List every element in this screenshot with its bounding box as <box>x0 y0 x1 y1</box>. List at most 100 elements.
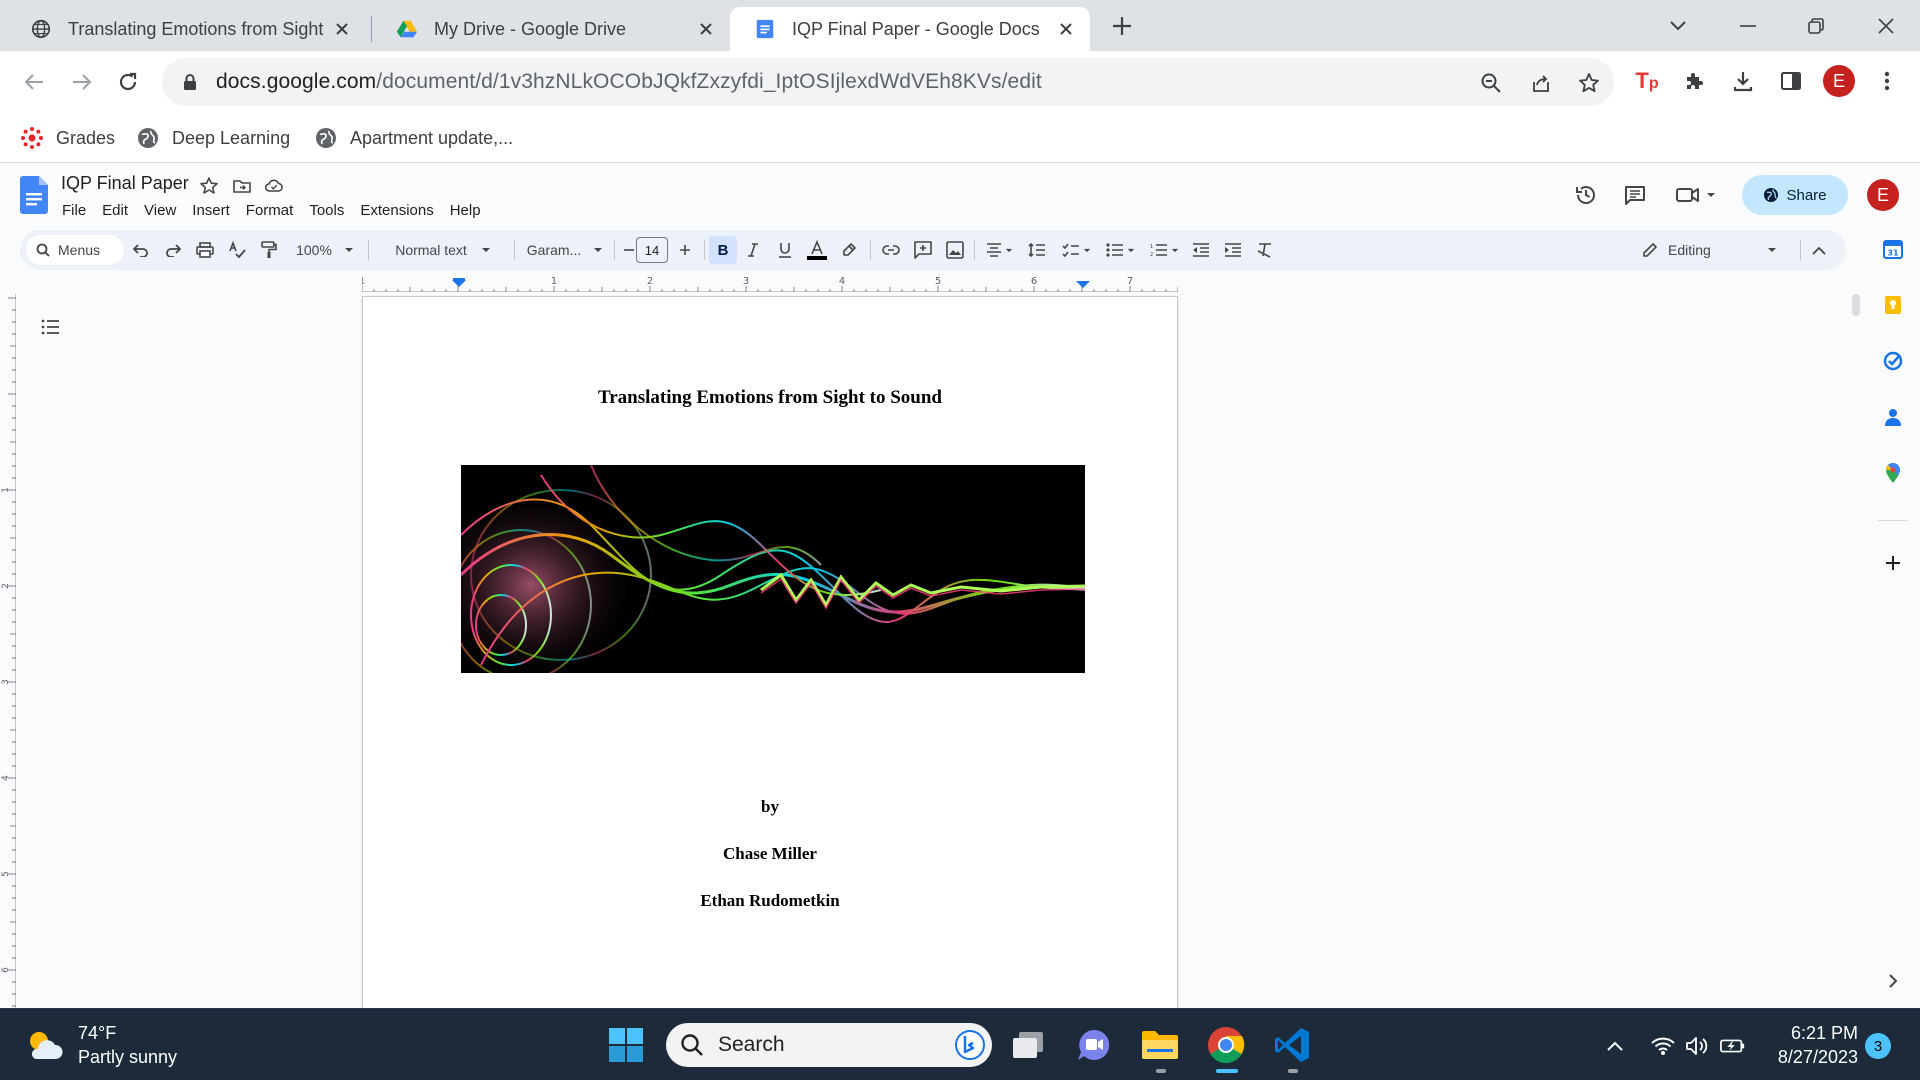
menu-format[interactable]: Format <box>238 200 302 221</box>
bing-icon[interactable] <box>954 1029 986 1061</box>
font-size-input[interactable]: 14 <box>636 237 668 263</box>
menu-tools[interactable]: Tools <box>301 200 352 221</box>
numbered-list-button[interactable]: 12 <box>1146 238 1182 262</box>
zoom-select[interactable]: 100% <box>292 238 358 262</box>
undo-button[interactable] <box>128 238 154 262</box>
document-scrollbar-thumb[interactable] <box>1852 294 1860 316</box>
first-line-indent-marker[interactable] <box>453 278 465 281</box>
menu-file[interactable]: File <box>54 200 94 221</box>
highlight-color-button[interactable] <box>836 238 862 262</box>
tasks-icon[interactable] <box>1880 348 1906 374</box>
taskbar-search-box[interactable]: Search <box>666 1023 992 1067</box>
line-spacing-button[interactable] <box>1024 238 1050 262</box>
keep-icon[interactable] <box>1880 292 1906 318</box>
start-button[interactable] <box>602 1021 650 1069</box>
zoom-icon[interactable] <box>1478 70 1504 96</box>
extensions-puzzle-icon[interactable] <box>1678 64 1712 98</box>
align-button[interactable] <box>982 238 1016 262</box>
menu-insert[interactable]: Insert <box>184 200 238 221</box>
reload-button[interactable] <box>110 64 146 100</box>
checklist-button[interactable] <box>1058 238 1094 262</box>
star-icon[interactable] <box>199 176 219 196</box>
close-tab-icon[interactable] <box>332 19 352 39</box>
chrome-taskbar-button[interactable] <box>1202 1021 1250 1069</box>
teams-chat-button[interactable] <box>1070 1021 1118 1069</box>
calendar-icon[interactable]: 31 <box>1880 236 1906 262</box>
share-button[interactable]: Share <box>1742 175 1848 215</box>
paragraph-style-select[interactable]: Normal text <box>378 238 508 262</box>
show-side-panel-button[interactable] <box>1880 968 1906 994</box>
redo-button[interactable] <box>160 238 186 262</box>
lock-icon[interactable] <box>180 72 200 92</box>
tab-my-drive[interactable]: My Drive - Google Drive <box>372 7 730 51</box>
menu-view[interactable]: View <box>136 200 184 221</box>
close-window-button[interactable] <box>1868 8 1904 44</box>
insert-image-button[interactable] <box>942 238 968 262</box>
cloud-saved-icon[interactable] <box>264 176 284 196</box>
volume-icon[interactable] <box>1684 1033 1710 1059</box>
bookmark-star-icon[interactable] <box>1576 70 1602 96</box>
print-button[interactable] <box>192 238 218 262</box>
new-tab-button[interactable] <box>1104 8 1140 44</box>
restore-button[interactable] <box>1798 8 1834 44</box>
maps-icon[interactable] <box>1880 460 1906 486</box>
bookmark-apartment-update[interactable]: Apartment update,... <box>314 123 513 153</box>
hide-menus-button[interactable] <box>1806 238 1832 262</box>
editing-mode-select[interactable]: Editing <box>1642 237 1802 263</box>
system-clock[interactable]: 6:21 PM 8/27/2023 <box>1766 1021 1858 1069</box>
bold-button[interactable]: B <box>709 236 737 264</box>
insert-link-button[interactable] <box>878 238 904 262</box>
increase-font-size-button[interactable] <box>672 238 698 262</box>
bookmark-grades[interactable]: Grades <box>20 123 115 153</box>
left-indent-marker[interactable] <box>452 280 466 287</box>
side-panel-icon[interactable] <box>1774 64 1808 98</box>
user-avatar[interactable]: E <box>1867 179 1899 211</box>
menu-edit[interactable]: Edit <box>94 200 136 221</box>
downloads-icon[interactable] <box>1726 64 1760 98</box>
add-comment-button[interactable] <box>910 238 936 262</box>
horizontal-ruler[interactable]: 1 1 2 3 4 5 6 7 <box>362 276 1178 292</box>
comments-button[interactable] <box>1618 178 1652 212</box>
tab-translating-emotions[interactable]: Translating Emotions from Sight to <box>6 7 366 51</box>
chrome-menu-button[interactable] <box>1870 64 1904 98</box>
document-title[interactable]: IQP Final Paper <box>61 173 189 194</box>
bulleted-list-button[interactable] <box>1102 238 1138 262</box>
battery-icon[interactable] <box>1720 1033 1746 1059</box>
minimize-button[interactable] <box>1730 8 1766 44</box>
move-folder-icon[interactable] <box>232 176 252 196</box>
font-select[interactable]: Garam... <box>520 238 610 262</box>
close-tab-icon[interactable] <box>1056 19 1076 39</box>
address-bar[interactable]: docs.google.com/document/d/1v3hzNLkOCObJ… <box>162 58 1614 106</box>
show-hidden-icons-button[interactable] <box>1602 1033 1628 1059</box>
paint-format-button[interactable] <box>256 238 282 262</box>
get-add-ons-button[interactable] <box>1880 550 1906 576</box>
search-menus-input[interactable]: Menus <box>26 235 124 265</box>
underline-button[interactable] <box>772 238 798 262</box>
increase-indent-button[interactable] <box>1220 238 1246 262</box>
menu-help[interactable]: Help <box>442 200 489 221</box>
task-view-button[interactable] <box>1004 1021 1052 1069</box>
cover-image[interactable] <box>461 465 1085 673</box>
extension-tp-icon[interactable]: Tp <box>1630 64 1664 98</box>
google-docs-logo-icon[interactable] <box>20 176 48 214</box>
file-explorer-button[interactable] <box>1136 1021 1184 1069</box>
vscode-taskbar-button[interactable] <box>1268 1021 1316 1069</box>
document-page[interactable]: Translating Emotions from Sight to Sound <box>362 296 1178 1008</box>
meet-button[interactable] <box>1672 178 1720 212</box>
italic-button[interactable] <box>740 238 766 262</box>
document-outline-icon[interactable] <box>38 314 64 340</box>
menu-extensions[interactable]: Extensions <box>352 200 441 221</box>
tab-search-button[interactable] <box>1660 8 1696 44</box>
contacts-icon[interactable] <box>1880 404 1906 430</box>
decrease-indent-button[interactable] <box>1188 238 1214 262</box>
back-button[interactable] <box>16 64 52 100</box>
right-indent-marker[interactable] <box>1076 281 1090 288</box>
tab-iqp-final-paper[interactable]: IQP Final Paper - Google Docs <box>730 7 1090 51</box>
vertical-ruler[interactable]: 1 2 3 4 5 6 <box>0 294 16 1008</box>
close-tab-icon[interactable] <box>696 19 716 39</box>
notification-badge[interactable]: 3 <box>1865 1033 1891 1059</box>
share-page-icon[interactable] <box>1528 70 1554 96</box>
text-color-button[interactable] <box>804 238 830 262</box>
version-history-button[interactable] <box>1569 178 1603 212</box>
bookmark-deep-learning[interactable]: Deep Learning <box>136 123 290 153</box>
